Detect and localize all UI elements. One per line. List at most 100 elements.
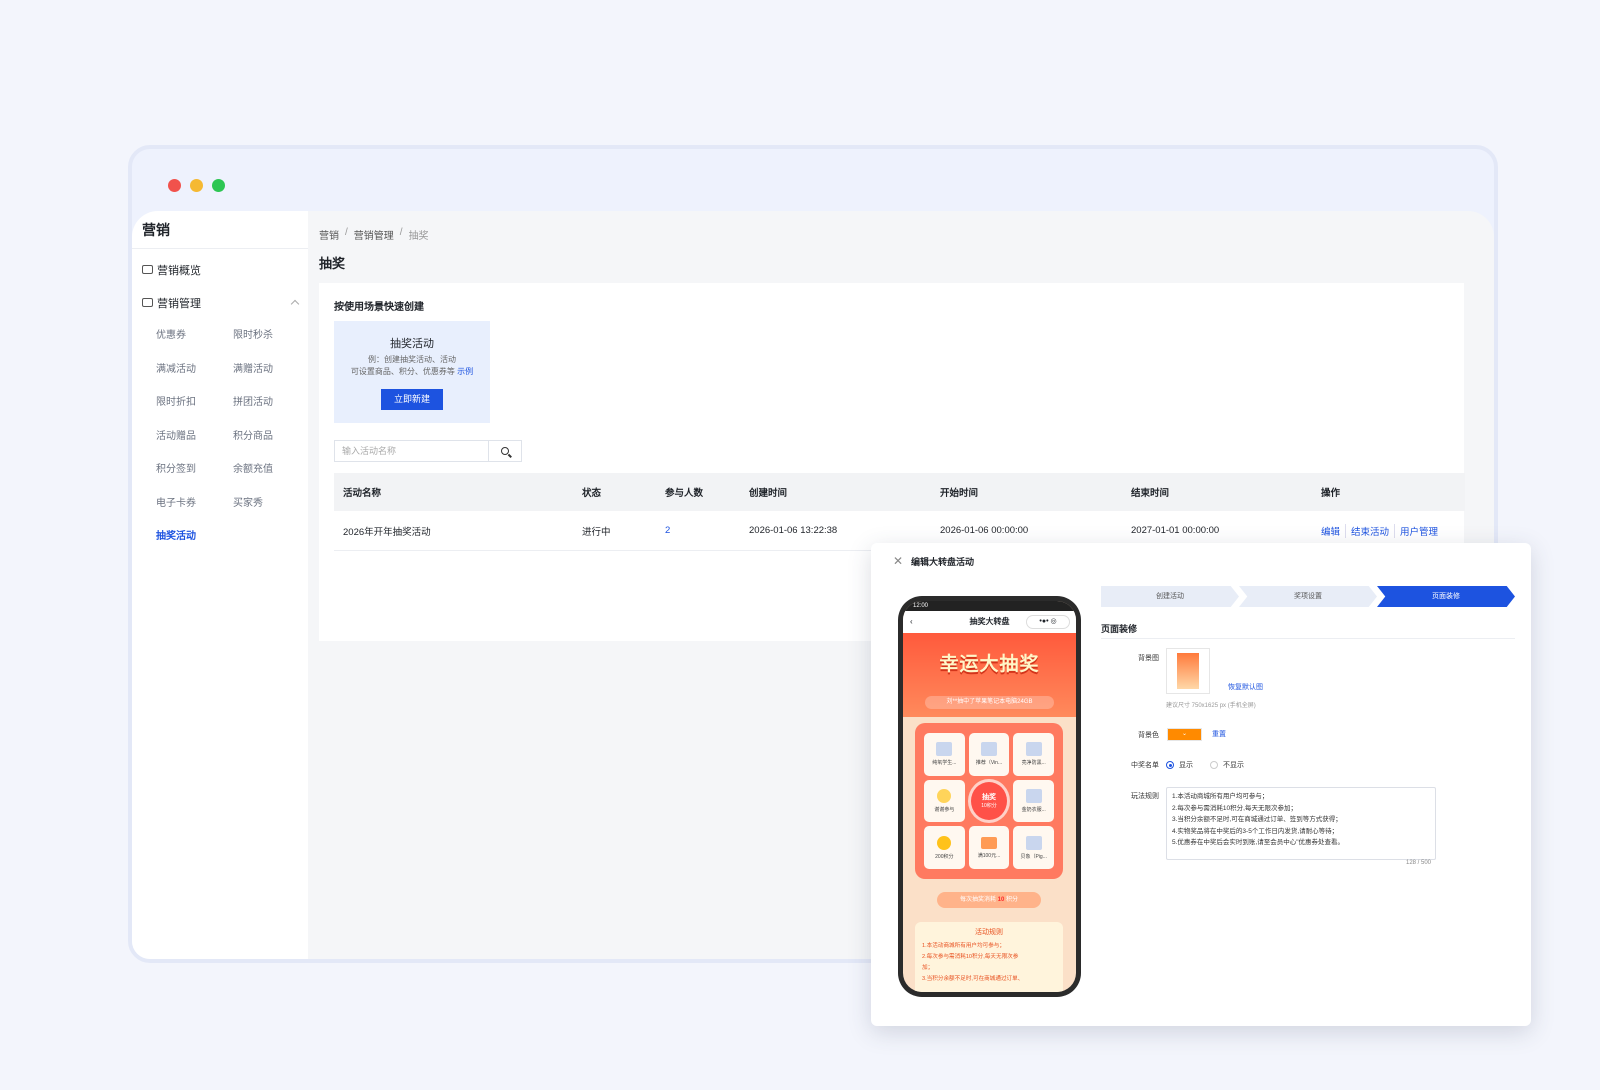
sidebar-item-e-card[interactable]: 电子卡券 [156, 487, 233, 521]
cost-suffix: 积分 [1006, 897, 1019, 903]
reset-color-link[interactable]: 重置 [1212, 729, 1226, 739]
breadcrumb-management[interactable]: 营销管理 [354, 227, 394, 242]
step-decoration[interactable]: 页面装修 [1377, 586, 1515, 607]
draw-button[interactable]: 抽奖 10积分 [970, 781, 1008, 821]
prize-image-icon [1025, 788, 1042, 803]
show-radio[interactable]: 显示 [1166, 760, 1193, 770]
draw-label: 抽奖 [981, 794, 996, 802]
sidebar-item-coupon[interactable]: 优惠券 [156, 319, 233, 353]
close-icon[interactable]: ✕ [893, 554, 903, 568]
sidebar-item-points-goods[interactable]: 积分商品 [233, 420, 310, 454]
search-input[interactable]: 输入活动名称 [335, 441, 489, 461]
sidebar-item-limited-discount[interactable]: 限时折扣 [156, 386, 233, 420]
step-create[interactable]: 创建活动 [1101, 586, 1239, 607]
maximize-window-button[interactable] [212, 179, 225, 192]
bg-color-label: 背景色 [1138, 732, 1159, 739]
quick-create-title: 按使用场景快速创建 [334, 302, 424, 313]
card-description: 例：创建抽奖活动、活动 可设置商品、积分、优惠券等 示例 [334, 354, 490, 378]
lottery-grid: 纯氧学生... 推荐（Vin... 亮净防黑... 谢谢参与 抽奖 10积分 金奶… [915, 723, 1063, 879]
hide-radio[interactable]: 不显示 [1210, 760, 1244, 770]
cell-end: 2027-01-01 00:00:00 [1131, 525, 1220, 536]
breadcrumb: 营销 / 营销管理 / 抽奖 [319, 227, 429, 242]
window-controls [168, 179, 225, 192]
winner-ticker: 刘**抽中了苹果笔记本电脑24GB [925, 696, 1054, 709]
sidebar-item-activity-gift[interactable]: 活动赠品 [156, 420, 233, 454]
prize-image-icon [936, 742, 953, 757]
table-header: 活动名称 状态 参与人数 创建时间 开始时间 结束时间 操作 [334, 473, 1465, 511]
search-button[interactable] [489, 441, 521, 461]
user-management-link[interactable]: 用户管理 [1394, 523, 1443, 538]
prize-image-icon [980, 742, 997, 757]
cell-participants-link[interactable]: 2 [656, 525, 740, 536]
prize-label: 谢谢参与 [934, 806, 955, 813]
bg-image-upload[interactable] [1166, 648, 1210, 694]
phone-rules: 活动规则 1.本活动商城所有用户均可参与； 2.每次参与需消耗10积分,每天无限… [915, 922, 1063, 992]
step-prizes[interactable]: 奖项设置 [1239, 586, 1377, 607]
phone-status-time: 12:00 [903, 601, 1076, 611]
prize-cell: 亮净防黑... [1013, 733, 1054, 776]
sidebar-item-lottery[interactable]: 抽奖活动 [156, 520, 233, 554]
prize-cell: 贝象（Pig... [1013, 826, 1054, 869]
sidebar-item-flash-sale[interactable]: 限时秒杀 [233, 319, 310, 353]
col-end: 结束时间 [1131, 488, 1170, 499]
rules-textarea[interactable]: 1.本活动商城所有用户均可参与； 2.每次参与需消耗10积分,每天无限次参加； … [1166, 787, 1436, 860]
breadcrumb-marketing[interactable]: 营销 [319, 227, 339, 242]
sidebar-item-balance-recharge[interactable]: 余额充值 [233, 453, 310, 487]
rule-line: 2.每次参与需消耗10积分,每天无限次参加； [1172, 804, 1297, 812]
phone-hero: 幸运大抽奖 刘**抽中了苹果笔记本电脑24GB [903, 633, 1076, 717]
card-desc-line-2: 可设置商品、积分、优惠券等 示例 [334, 366, 490, 378]
cost-prefix: 每次抽奖消耗 [959, 897, 996, 903]
prize-cell: 满100元... [968, 826, 1010, 869]
sidebar-item-group-buy[interactable]: 拼团活动 [233, 386, 310, 420]
edit-link[interactable]: 编辑 [1321, 524, 1345, 538]
prize-label: 纯氧学生... [932, 760, 957, 767]
card-title: 抽奖活动 [390, 338, 434, 350]
rules-label: 玩法规则 [1131, 793, 1159, 800]
phone-rule-line: 加； [922, 965, 934, 971]
cost-badge: 每次抽奖消耗 10 积分 [937, 892, 1041, 908]
prize-image-icon [1025, 742, 1042, 757]
bg-color-picker[interactable]: ⌄ [1167, 728, 1202, 741]
create-now-button[interactable]: 立即新建 [381, 389, 443, 410]
col-start: 开始时间 [940, 488, 979, 499]
phone-rule-line: 3.当积分余额不足时,可在商城通过订单、 [922, 976, 1024, 982]
sidebar-item-label: 营销管理 [157, 297, 201, 310]
phone-preview: 12:00 ‹ 抽奖大转盘 •●• ◎ 幸运大抽奖 刘**抽中了苹果笔记本电脑2… [898, 596, 1081, 997]
prize-label: 满100元... [977, 852, 1001, 859]
prize-image-icon [1025, 835, 1042, 850]
char-count: 128 / 500 [1406, 860, 1432, 866]
card-desc-text: 可设置商品、积分、优惠券等 [350, 367, 455, 376]
sidebar-title: 营销 [132, 211, 308, 249]
sad-face-icon [937, 788, 952, 803]
sidebar-item-buyer-show[interactable]: 买家秀 [233, 487, 310, 521]
modal-title: 编辑大转盘活动 [911, 557, 975, 567]
sidebar-item-full-reduction[interactable]: 满减活动 [156, 353, 233, 387]
sidebar-item-points-signin[interactable]: 积分签到 [156, 453, 233, 487]
miniapp-capsule-icon[interactable]: •●• ◎ [1026, 615, 1070, 629]
sidebar-item-full-gift[interactable]: 满赠活动 [233, 353, 310, 387]
edit-wheel-modal: ✕ 编辑大转盘活动 12:00 ‹ 抽奖大转盘 •●• ◎ 幸运大抽奖 刘**抽… [871, 543, 1531, 1026]
cost-value: 10 [997, 897, 1005, 903]
minimize-window-button[interactable] [190, 179, 203, 192]
end-activity-link[interactable]: 结束活动 [1345, 523, 1394, 538]
restore-default-link[interactable]: 恢复默认图 [1228, 682, 1263, 692]
sidebar-submenu: 优惠券 限时秒杀 满减活动 满赠活动 限时折扣 拼团活动 活动赠品 积分商品 积… [132, 319, 308, 554]
col-name: 活动名称 [343, 488, 382, 499]
back-arrow-icon[interactable]: ‹ [910, 611, 913, 633]
sidebar-item-label: 营销概览 [157, 264, 201, 277]
sidebar-item-overview[interactable]: 营销概览 [132, 253, 308, 286]
prize-label: 贝象（Pig... [1020, 853, 1047, 860]
example-link[interactable]: 示例 [457, 367, 473, 376]
breadcrumb-current: 抽奖 [408, 231, 429, 242]
close-window-button[interactable] [168, 179, 181, 192]
rule-line: 5.优惠券在中奖后会实时到账,请至会员中心"优惠券处查看。 [1172, 839, 1345, 846]
draw-cost: 10积分 [981, 803, 997, 810]
prize-label: 金奶衣服... [1021, 806, 1046, 813]
breadcrumb-separator: / [345, 227, 348, 238]
sidebar-item-management[interactable]: 营销管理 [132, 286, 308, 319]
phone-rules-title: 活动规则 [975, 929, 1003, 936]
col-participants: 参与人数 [665, 488, 704, 499]
prize-cell: 200积分 [924, 826, 965, 869]
sidebar: 营销 营销概览 营销管理 优惠券 限时秒杀 满减活动 满赠活动 限时折扣 拼团活… [132, 211, 308, 959]
chevron-up-icon[interactable] [290, 299, 300, 309]
